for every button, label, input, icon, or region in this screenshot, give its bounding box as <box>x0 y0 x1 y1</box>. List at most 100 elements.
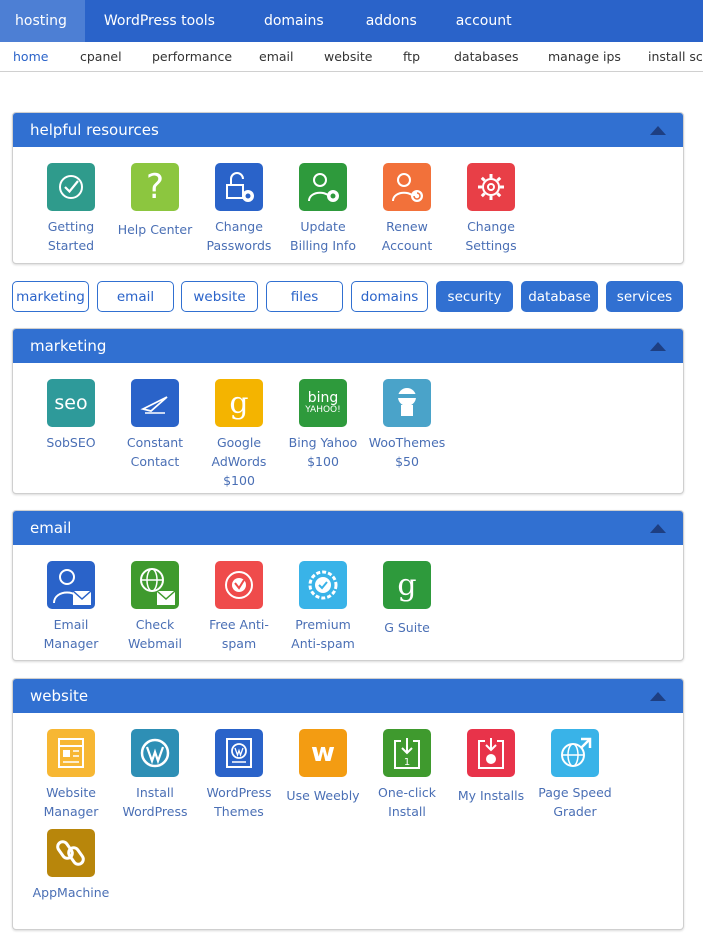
filter-security[interactable]: security <box>436 281 513 312</box>
wordpress-theme-icon <box>215 729 263 777</box>
tab-wordpress-tools[interactable]: WordPress tools <box>85 0 234 42</box>
page-speed-grader-item[interactable]: Page Speed Grader <box>533 729 617 821</box>
person-envelope-icon <box>47 561 95 609</box>
item-label: Page Speed Grader <box>538 785 612 819</box>
filter-domains[interactable]: domains <box>351 281 428 312</box>
bing-yahoo-icon: bing YAHOO! <box>299 379 347 427</box>
paper-plane-icon <box>131 379 179 427</box>
collapse-caret-icon[interactable] <box>650 125 666 135</box>
item-label: Email Manager <box>43 617 99 651</box>
weebly-w-icon: w <box>299 729 347 777</box>
constant-contact-item[interactable]: Constant Contact <box>113 379 197 471</box>
filter-files[interactable]: files <box>266 281 343 312</box>
tab-domains[interactable]: domains <box>234 0 352 42</box>
tab-addons[interactable]: addons <box>352 0 436 42</box>
question-mark-icon: ? <box>131 163 179 211</box>
renew-account-item[interactable]: Renew Account <box>365 163 449 255</box>
item-label: G Suite <box>384 620 430 635</box>
tab-hosting[interactable]: hosting <box>0 0 85 42</box>
item-label: Help Center <box>117 222 193 237</box>
panel-title: helpful resources <box>30 121 159 139</box>
panel-title: website <box>30 687 89 705</box>
g-suite-item[interactable]: g G Suite <box>365 561 449 637</box>
filter-website[interactable]: website <box>181 281 258 312</box>
category-filters: marketing email website files domains se… <box>12 281 684 313</box>
item-label: Check Webmail <box>127 617 183 651</box>
seo-icon: seo <box>47 379 95 427</box>
collapse-caret-icon[interactable] <box>650 341 666 351</box>
item-label: One-click Install <box>378 785 436 819</box>
google-g-icon: g <box>215 379 263 427</box>
filter-database[interactable]: database <box>521 281 598 312</box>
website-panel: website Website Manager Install WordPres… <box>12 678 684 930</box>
checkmark-icon <box>47 163 95 211</box>
collapse-caret-icon[interactable] <box>650 691 666 701</box>
panel-header[interactable]: marketing <box>13 329 683 363</box>
my-installs-item[interactable]: My Installs <box>449 729 533 805</box>
panel-title: marketing <box>30 337 107 355</box>
item-label: Change Settings <box>465 219 517 253</box>
google-g-icon: g <box>383 561 431 609</box>
item-label: AppMachine <box>32 885 110 900</box>
wordpress-logo-icon <box>131 729 179 777</box>
item-label: Premium Anti-spam <box>291 617 355 651</box>
use-weebly-item[interactable]: w Use Weebly <box>281 729 365 805</box>
globe-envelope-icon <box>131 561 179 609</box>
filter-marketing[interactable]: marketing <box>12 281 89 312</box>
collapse-caret-icon[interactable] <box>650 523 666 533</box>
sub-nav: home cpanel performance email website ft… <box>0 42 703 72</box>
item-label: Install WordPress <box>122 785 188 819</box>
subnav-cpanel[interactable]: cpanel <box>80 49 122 64</box>
panel-title: email <box>30 519 72 537</box>
install-user-icon <box>467 729 515 777</box>
helpful-resources-panel: helpful resources Getting Started ? Help… <box>12 112 684 264</box>
filter-services[interactable]: services <box>606 281 683 312</box>
gear-icon <box>467 163 515 211</box>
panel-header[interactable]: website <box>13 679 683 713</box>
one-click-install-item[interactable]: 1 One-click Install <box>365 729 449 821</box>
item-label: WordPress Themes <box>206 785 272 819</box>
help-center-item[interactable]: ? Help Center <box>113 163 197 239</box>
sobseo-item[interactable]: seo SobSEO <box>29 379 113 452</box>
wordpress-themes-item[interactable]: WordPress Themes <box>197 729 281 821</box>
premium-antispam-item[interactable]: Premium Anti-spam <box>281 561 365 653</box>
subnav-ftp[interactable]: ftp <box>403 49 420 64</box>
install-wordpress-item[interactable]: Install WordPress <box>113 729 197 821</box>
subnav-install-scripts[interactable]: install scr <box>648 49 703 64</box>
subnav-email[interactable]: email <box>259 49 293 64</box>
item-label: Change Passwords <box>206 219 272 253</box>
change-passwords-item[interactable]: Change Passwords <box>197 163 281 255</box>
svg-text:1: 1 <box>404 757 410 768</box>
panel-header[interactable]: helpful resources <box>13 113 683 147</box>
unlock-gear-icon <box>215 163 263 211</box>
item-label: Bing Yahoo $100 <box>288 435 358 469</box>
subnav-databases[interactable]: databases <box>454 49 518 64</box>
ninja-mascot-icon <box>383 379 431 427</box>
bing-yahoo-item[interactable]: bing YAHOO! Bing Yahoo $100 <box>281 379 365 471</box>
item-label: Use Weebly <box>286 788 360 803</box>
subnav-website[interactable]: website <box>324 49 372 64</box>
target-shield-icon <box>215 561 263 609</box>
item-label: Update Billing Info <box>290 219 356 253</box>
website-manager-item[interactable]: Website Manager <box>29 729 113 821</box>
free-antispam-item[interactable]: Free Anti-spam <box>197 561 281 653</box>
tab-account[interactable]: account <box>436 0 531 42</box>
subnav-performance[interactable]: performance <box>152 49 232 64</box>
panel-header[interactable]: email <box>13 511 683 545</box>
item-label: Website Manager <box>43 785 99 819</box>
woothemes-item[interactable]: WooThemes $50 <box>365 379 449 471</box>
item-label: My Installs <box>457 788 525 803</box>
getting-started-item[interactable]: Getting Started <box>29 163 113 255</box>
appmachine-item[interactable]: AppMachine <box>29 829 113 902</box>
filter-email[interactable]: email <box>97 281 174 312</box>
change-settings-item[interactable]: Change Settings <box>449 163 533 255</box>
badge-check-icon <box>299 561 347 609</box>
subnav-manage-ips[interactable]: manage ips <box>548 49 621 64</box>
subnav-home[interactable]: home <box>13 49 48 64</box>
appmachine-logo-icon <box>47 829 95 877</box>
check-webmail-item[interactable]: Check Webmail <box>113 561 197 653</box>
marketing-panel: marketing seo SobSEO Constant Contact g … <box>12 328 684 494</box>
google-adwords-item[interactable]: g Google AdWords $100 <box>197 379 281 490</box>
email-manager-item[interactable]: Email Manager <box>29 561 113 653</box>
update-billing-item[interactable]: Update Billing Info <box>281 163 365 255</box>
